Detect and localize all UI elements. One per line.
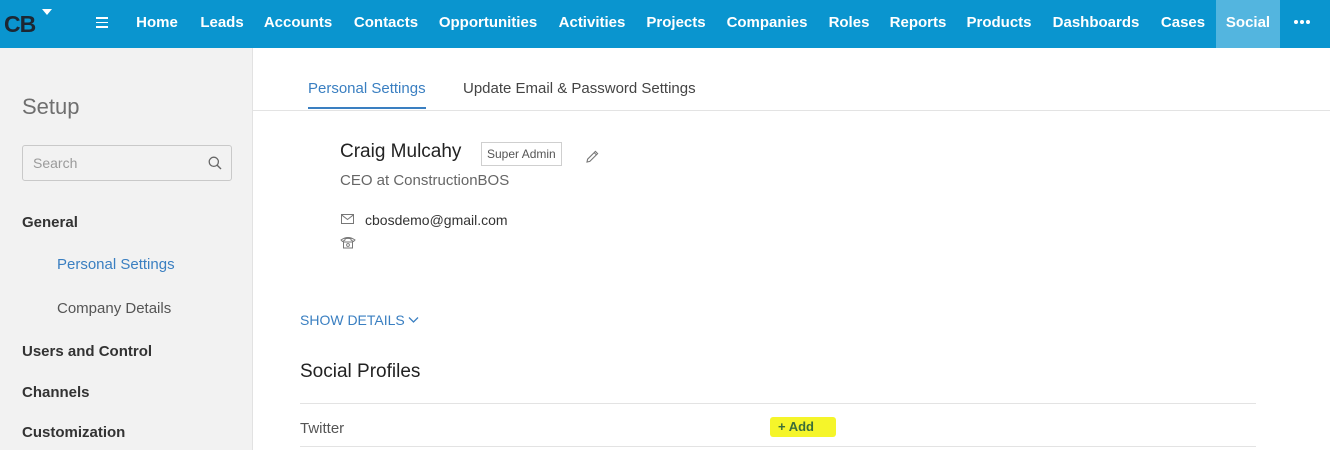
phone-icon: [340, 237, 356, 249]
logo-caret-down-icon[interactable]: [42, 9, 52, 15]
tab-personal-settings[interactable]: Personal Settings: [308, 80, 426, 109]
chevron-down-icon[interactable]: [408, 316, 419, 324]
nav-opportunities[interactable]: Opportunities: [428, 0, 548, 48]
sidebar-item-personal-settings[interactable]: Personal Settings: [57, 256, 175, 273]
mail-icon: [341, 214, 354, 224]
profile-email[interactable]: cbosdemo@gmail.com: [365, 212, 508, 228]
search-icon[interactable]: [208, 156, 222, 170]
nav-activities[interactable]: Activities: [548, 0, 636, 48]
role-badge: Super Admin: [481, 142, 562, 166]
social-profiles-heading: Social Profiles: [300, 361, 421, 382]
divider: [300, 446, 1256, 447]
nav-roles[interactable]: Roles: [818, 0, 880, 48]
nav-contacts[interactable]: Contacts: [344, 0, 428, 48]
sidebar-section-customization[interactable]: Customization: [22, 424, 125, 441]
nav-projects[interactable]: Projects: [636, 0, 716, 48]
add-twitter-button[interactable]: + Add: [770, 417, 836, 437]
sidebar-section-general[interactable]: General: [22, 214, 78, 231]
nav-accounts[interactable]: Accounts: [252, 0, 344, 48]
nav-products[interactable]: Products: [956, 0, 1042, 48]
logo-text: CB: [4, 10, 36, 37]
nav-home[interactable]: Home: [122, 0, 192, 48]
nav-social[interactable]: Social: [1216, 0, 1280, 48]
edit-pencil-icon[interactable]: [585, 149, 600, 164]
nav-reports[interactable]: Reports: [880, 0, 956, 48]
sidebar-section-channels[interactable]: Channels: [22, 384, 90, 401]
tab-update-email-password[interactable]: Update Email & Password Settings: [463, 80, 696, 107]
top-navbar: CB Home Leads Accounts Contacts Opportun…: [0, 0, 1330, 48]
app-logo[interactable]: CB: [4, 9, 36, 39]
twitter-label: Twitter: [300, 420, 345, 437]
profile-job-title: CEO at ConstructionBOS: [340, 172, 510, 189]
nav-dashboards[interactable]: Dashboards: [1042, 0, 1150, 48]
nav-companies[interactable]: Companies: [716, 0, 818, 48]
divider: [300, 403, 1256, 404]
sidebar-item-company-details[interactable]: Company Details: [57, 300, 171, 317]
more-dots-icon[interactable]: [1294, 20, 1310, 24]
setup-sidebar: Setup General Personal Settings Company …: [0, 48, 253, 450]
sidebar-section-users-and-control[interactable]: Users and Control: [22, 343, 152, 360]
nav-cases[interactable]: Cases: [1150, 0, 1216, 48]
sidebar-search-input[interactable]: [23, 146, 193, 180]
nav-leads[interactable]: Leads: [192, 0, 252, 48]
settings-tabs: Personal Settings Update Email & Passwor…: [253, 48, 1330, 111]
show-details-link[interactable]: SHOW DETAILS: [300, 312, 405, 328]
profile-name: Craig Mulcahy: [340, 141, 462, 162]
sidebar-search-box: [22, 145, 232, 181]
sidebar-title: Setup: [22, 94, 80, 119]
hamburger-menu-icon[interactable]: [96, 17, 108, 28]
